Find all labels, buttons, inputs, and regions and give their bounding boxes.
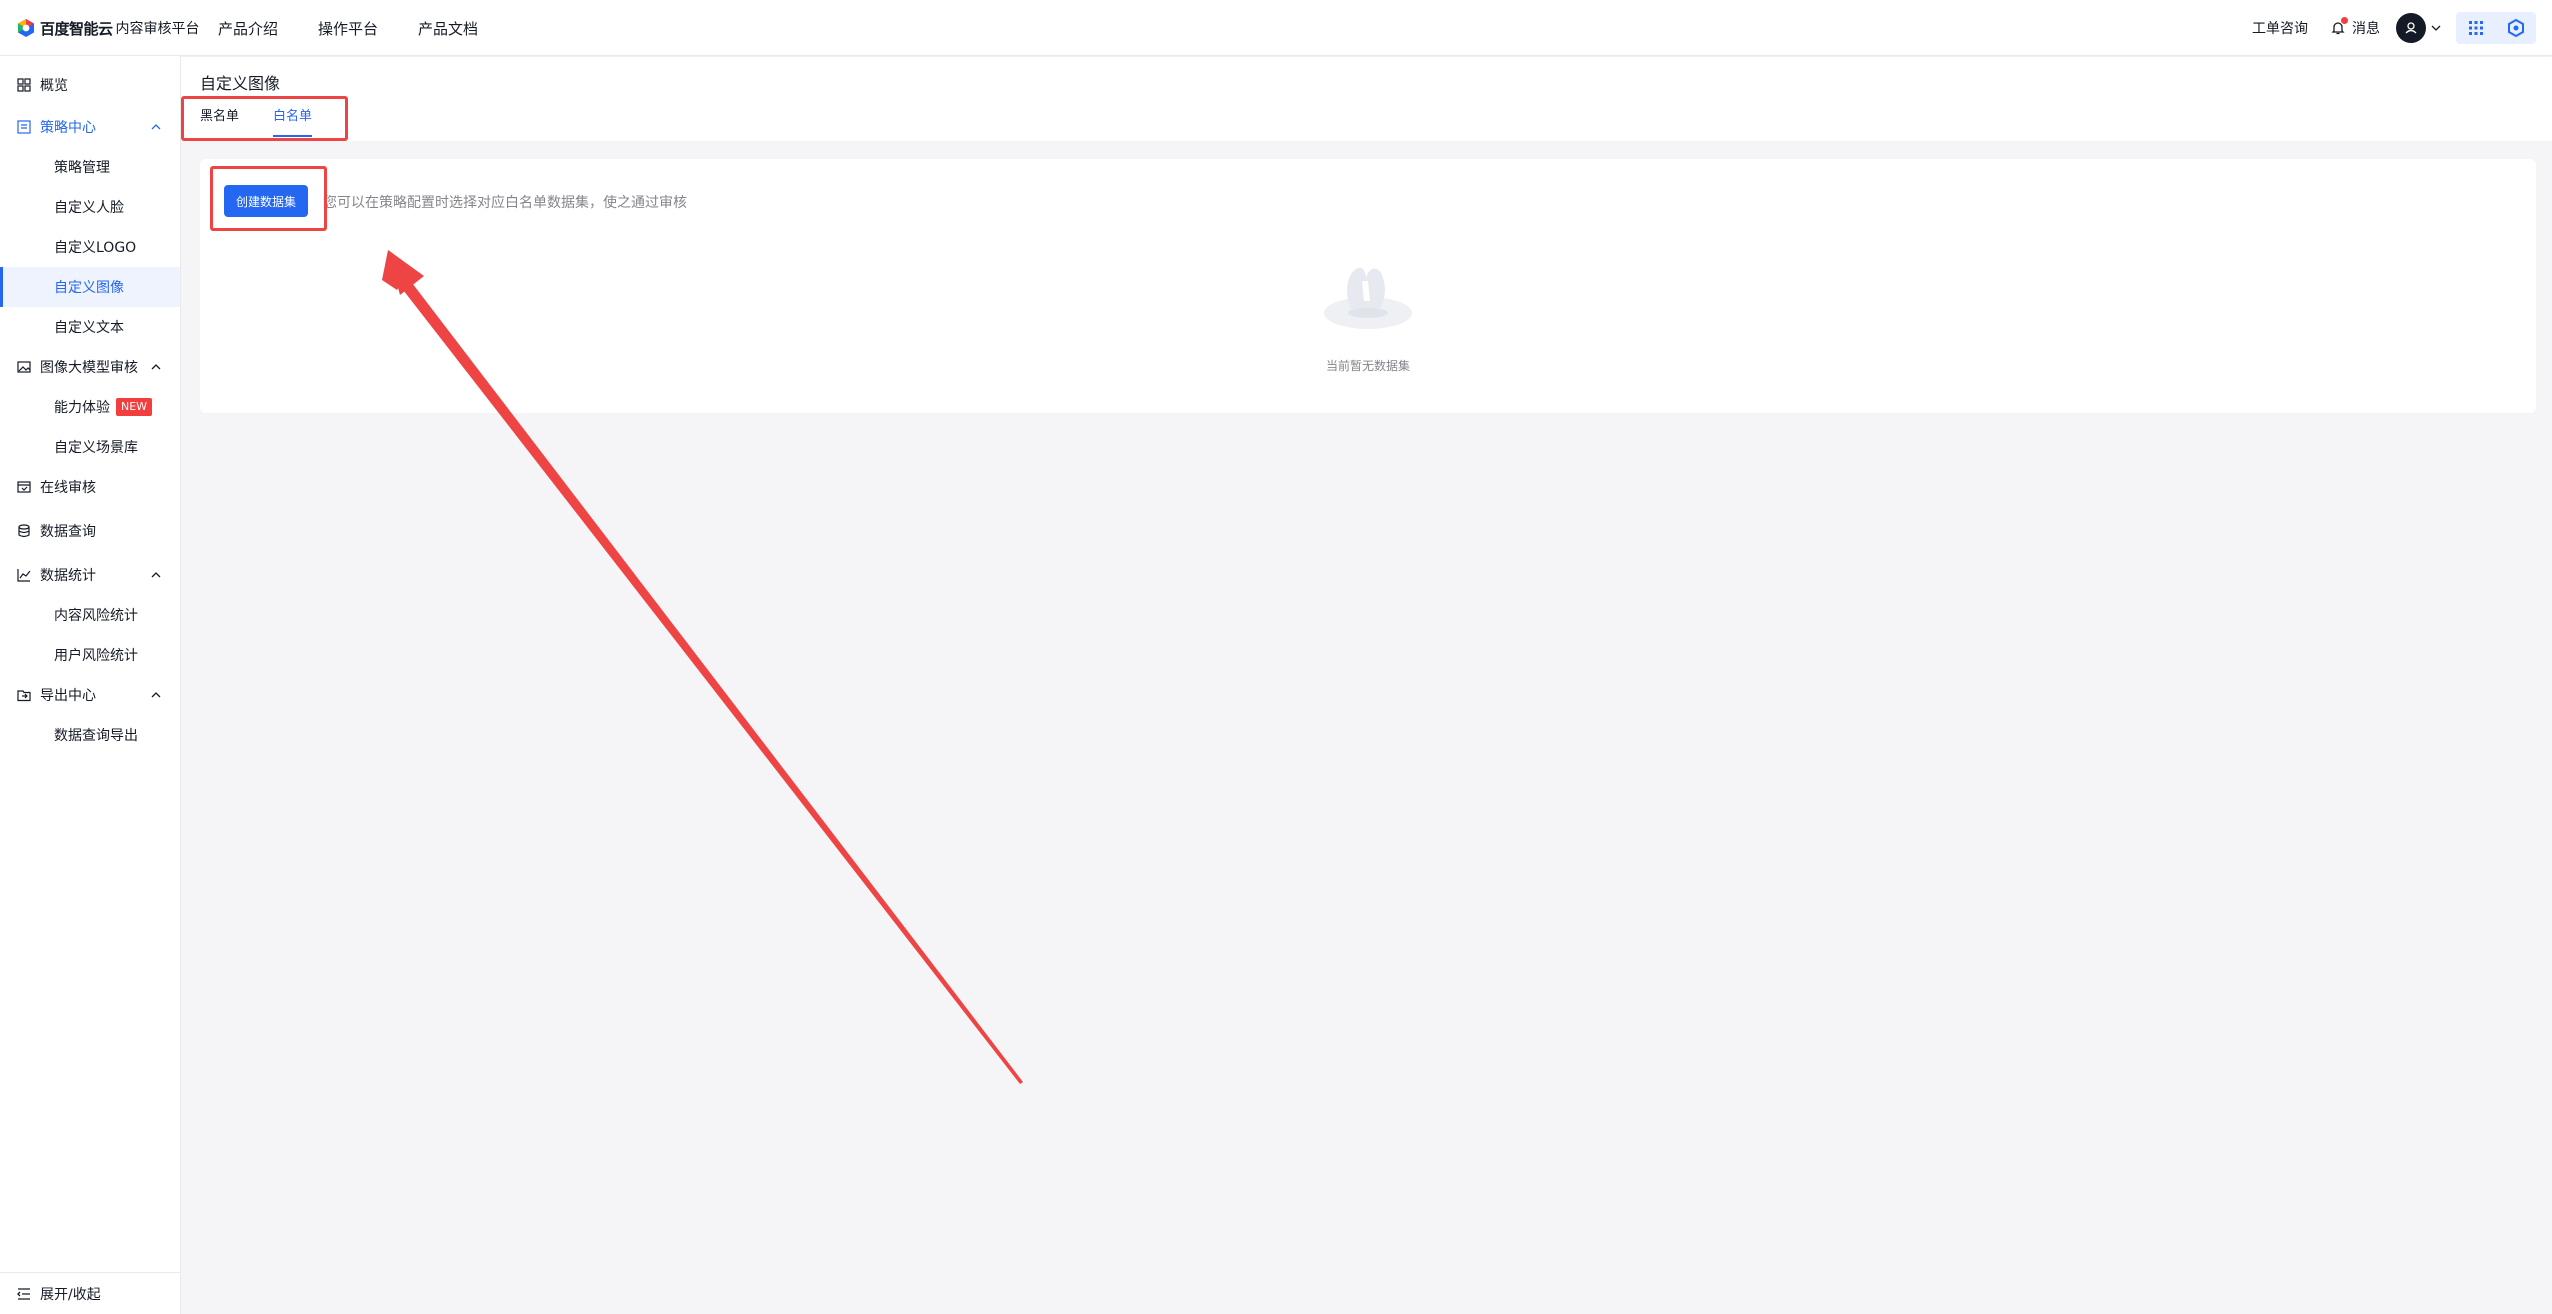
sidebar-item-policy-center[interactable]: 策略中心 (0, 107, 180, 147)
product-name: 内容审核平台 (115, 21, 200, 37)
sidebar-item-custom-text[interactable]: 自定义文本 (0, 307, 180, 347)
sidebar: 概览 策略中心 策略管理 自定义人脸 自定义LOGO 自定义图像 自定义文本 图… (0, 56, 181, 1314)
policy-icon (16, 119, 32, 135)
sidebar-item-custom-logo[interactable]: 自定义LOGO (0, 227, 180, 267)
empty-state-text: 当前暂无数据集 (1325, 359, 1410, 373)
create-dataset-button[interactable]: 创建数据集 (224, 185, 309, 217)
chevron-down-icon[interactable] (2430, 22, 2442, 34)
image-icon (16, 359, 32, 375)
sidebar-item-data-query[interactable]: 数据查询 (0, 511, 180, 551)
sidebar-item-label: 能力体验 (54, 400, 110, 416)
top-bar: 百度智能云 内容审核平台 产品介绍 操作平台 产品文档 工单咨询 消息 (0, 0, 2552, 56)
sidebar-item-label: 策略中心 (40, 120, 96, 136)
export-icon (16, 687, 32, 703)
chevron-up-icon[interactable] (150, 361, 162, 373)
content-header: 自定义图像 黑名单 白名单 (181, 57, 2552, 141)
empty-state-illustration (1324, 267, 1412, 329)
sidebar-item-label: 用户风险统计 (54, 648, 138, 664)
nav-product-intro[interactable]: 产品介绍 (218, 18, 278, 39)
sidebar-item-label: 自定义场景库 (54, 440, 138, 456)
collapse-icon (17, 1287, 30, 1300)
sidebar-item-label: 数据查询 (40, 524, 96, 540)
sidebar-item-label: 自定义人脸 (54, 200, 124, 216)
sidebar-item-data-statistics[interactable]: 数据统计 (0, 555, 180, 595)
baidu-cloud-logo-icon (18, 19, 34, 37)
tab-bar: 黑名单 白名单 (200, 103, 346, 141)
sidebar-item-custom-face[interactable]: 自定义人脸 (0, 187, 180, 227)
sidebar-item-label: 数据统计 (40, 568, 96, 584)
tab-whitelist[interactable]: 白名单 (273, 103, 313, 141)
chevron-up-icon[interactable] (150, 689, 162, 701)
sidebar-item-label: 在线审核 (40, 480, 96, 496)
sidebar-item-label: 策略管理 (54, 160, 110, 176)
avatar[interactable] (2396, 13, 2426, 43)
chart-icon (16, 567, 32, 583)
sidebar-item-policy-management[interactable]: 策略管理 (0, 147, 180, 187)
sidebar-item-custom-scene-library[interactable]: 自定义场景库 (0, 427, 180, 467)
sidebar-item-custom-image[interactable]: 自定义图像 (0, 267, 180, 307)
sidebar-item-label: 概览 (40, 78, 68, 94)
sidebar-item-label: 自定义文本 (54, 320, 124, 336)
cube-icon[interactable] (2507, 19, 2525, 37)
ticket-link[interactable]: 工单咨询 (2252, 18, 2308, 38)
database-icon (16, 523, 32, 539)
top-right-actions: 工单咨询 消息 (2252, 0, 2552, 56)
sidebar-item-label: 图像大模型审核 (40, 360, 138, 376)
sidebar-toggle-label: 展开/收起 (40, 1286, 101, 1303)
sidebar-item-label: 数据查询导出 (54, 728, 138, 744)
new-badge: NEW (116, 398, 153, 416)
app-switcher[interactable] (2456, 12, 2536, 44)
sidebar-item-image-llm-review[interactable]: 图像大模型审核 (0, 347, 180, 387)
sidebar-toggle[interactable]: 展开/收起 (0, 1272, 180, 1314)
top-nav: 产品介绍 操作平台 产品文档 (218, 0, 518, 56)
sidebar-item-label: 导出中心 (40, 688, 96, 704)
nav-console[interactable]: 操作平台 (318, 18, 378, 39)
sidebar-item-capability-trial[interactable]: 能力体验 NEW (0, 387, 180, 427)
messages-link[interactable]: 消息 (2352, 18, 2380, 38)
page-title: 自定义图像 (200, 74, 281, 93)
brand-name: 百度智能云 (40, 19, 113, 38)
tab-blacklist[interactable]: 黑名单 (200, 103, 239, 141)
sidebar-item-export-center[interactable]: 导出中心 (0, 675, 180, 715)
review-icon (16, 479, 32, 495)
sidebar-item-overview[interactable]: 概览 (0, 65, 180, 105)
sidebar-item-label: 自定义LOGO (54, 240, 137, 256)
apps-grid-icon[interactable] (2468, 20, 2484, 36)
chevron-up-icon[interactable] (150, 569, 162, 581)
sidebar-item-label: 内容风险统计 (54, 608, 138, 624)
bell-icon[interactable] (2330, 17, 2348, 36)
chevron-up-icon[interactable] (150, 121, 162, 133)
notification-dot (2341, 17, 2348, 24)
sidebar-item-label: 自定义图像 (54, 280, 124, 296)
dataset-card: 创建数据集 您可以在策略配置时选择对应白名单数据集，使之通过审核 当前暂无数据集 (200, 159, 2536, 413)
sidebar-item-online-review[interactable]: 在线审核 (0, 467, 180, 507)
grid-icon (16, 77, 32, 93)
nav-docs[interactable]: 产品文档 (418, 18, 478, 39)
sidebar-item-user-risk-stats[interactable]: 用户风险统计 (0, 635, 180, 675)
logo[interactable]: 百度智能云 内容审核平台 (16, 17, 200, 39)
hint-text: 您可以在策略配置时选择对应白名单数据集，使之通过审核 (323, 195, 687, 211)
sidebar-item-content-risk-stats[interactable]: 内容风险统计 (0, 595, 180, 635)
sidebar-item-data-query-export[interactable]: 数据查询导出 (0, 715, 180, 755)
